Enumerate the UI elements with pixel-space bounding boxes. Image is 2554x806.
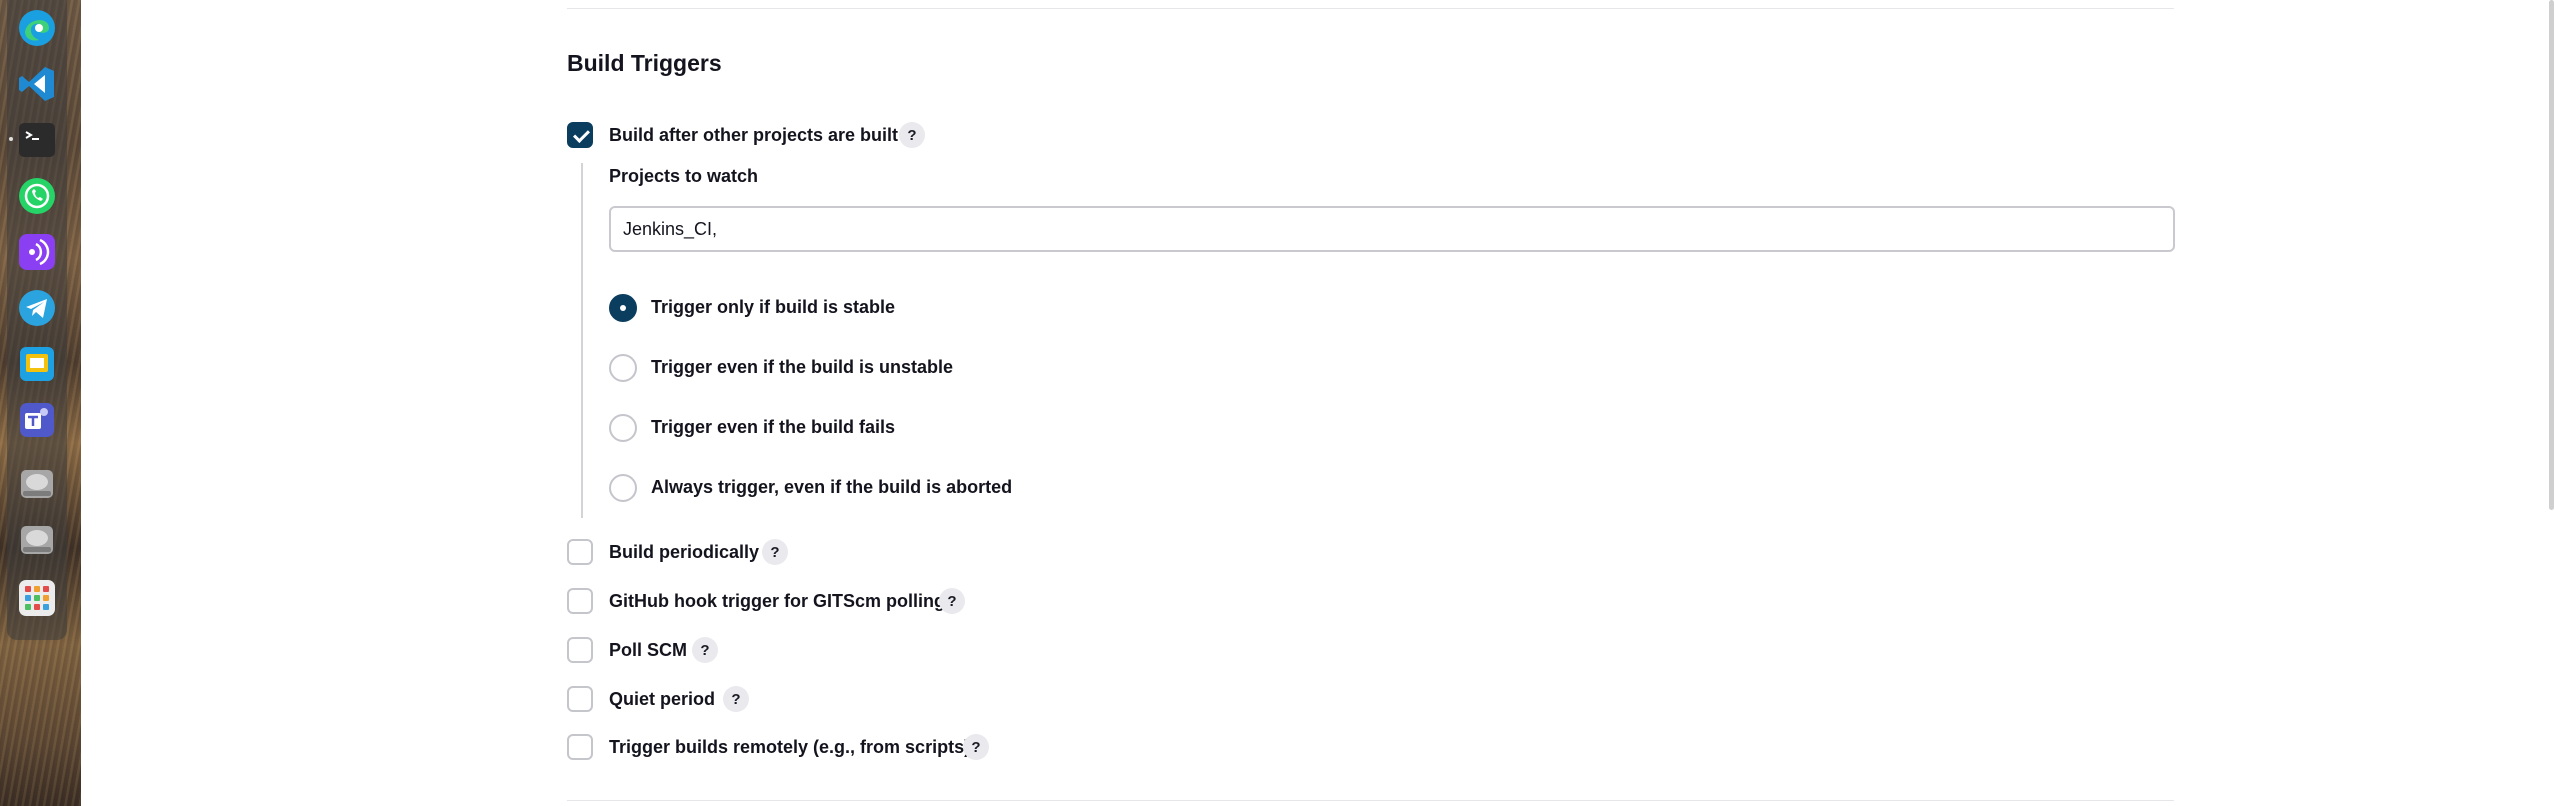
- trigger-unstable-radio[interactable]: [609, 354, 637, 382]
- trigger-fails-label: Trigger even if the build fails: [651, 417, 896, 437]
- telegram-icon[interactable]: [15, 286, 59, 330]
- quiet-period-label: Quiet period: [609, 689, 716, 709]
- active-indicator: [9, 137, 13, 141]
- section-divider-bottom: [567, 800, 2174, 801]
- page-scrollbar[interactable]: [2549, 0, 2554, 510]
- slides-icon[interactable]: [15, 342, 59, 386]
- trigger-aborted-radio[interactable]: [609, 474, 637, 502]
- build-periodically-checkbox[interactable]: [567, 539, 593, 565]
- section-title: Build Triggers: [567, 50, 722, 76]
- trigger-unstable-label: Trigger even if the build is unstable: [651, 357, 954, 377]
- section-divider-top: [567, 8, 2174, 9]
- github-hook-help-icon[interactable]: ?: [939, 588, 965, 614]
- trigger-remotely-checkbox[interactable]: [567, 734, 593, 760]
- edge-icon[interactable]: [15, 6, 59, 50]
- podcast-icon[interactable]: [15, 230, 59, 274]
- trigger-stable-label: Trigger only if build is stable: [651, 297, 896, 317]
- vscode-icon[interactable]: [15, 62, 59, 106]
- drive-icon[interactable]: [15, 462, 59, 506]
- projects-to-watch-input[interactable]: [609, 206, 2175, 252]
- github-hook-label: GitHub hook trigger for GITScm polling: [609, 591, 945, 611]
- projects-to-watch-label: Projects to watch: [609, 166, 759, 186]
- trigger-remotely-help-icon[interactable]: ?: [963, 734, 989, 760]
- build-after-other-help-icon[interactable]: ?: [899, 122, 925, 148]
- build-periodically-label: Build periodically: [609, 542, 760, 562]
- whatsapp-icon[interactable]: [15, 174, 59, 218]
- teams-icon[interactable]: [15, 398, 59, 442]
- poll-scm-help-icon[interactable]: ?: [692, 637, 718, 663]
- github-hook-checkbox[interactable]: [567, 588, 593, 614]
- trigger-remotely-label: Trigger builds remotely (e.g., from scri…: [609, 737, 971, 757]
- terminal-icon[interactable]: [15, 118, 59, 162]
- app-grid-icon[interactable]: [15, 576, 59, 620]
- poll-scm-checkbox[interactable]: [567, 637, 593, 663]
- build-periodically-help-icon[interactable]: ?: [762, 539, 788, 565]
- poll-scm-label: Poll SCM: [609, 640, 688, 660]
- trigger-stable-radio[interactable]: [609, 294, 637, 322]
- app-dock: [0, 0, 81, 806]
- trigger-aborted-label: Always trigger, even if the build is abo…: [651, 477, 1013, 497]
- trigger-fails-radio[interactable]: [609, 414, 637, 442]
- drive-icon-2[interactable]: [15, 518, 59, 562]
- nested-options-bar: [581, 163, 583, 518]
- build-after-other-label: Build after other projects are built: [609, 125, 899, 145]
- quiet-period-help-icon[interactable]: ?: [723, 686, 749, 712]
- build-after-other-checkbox[interactable]: [567, 122, 593, 148]
- quiet-period-checkbox[interactable]: [567, 686, 593, 712]
